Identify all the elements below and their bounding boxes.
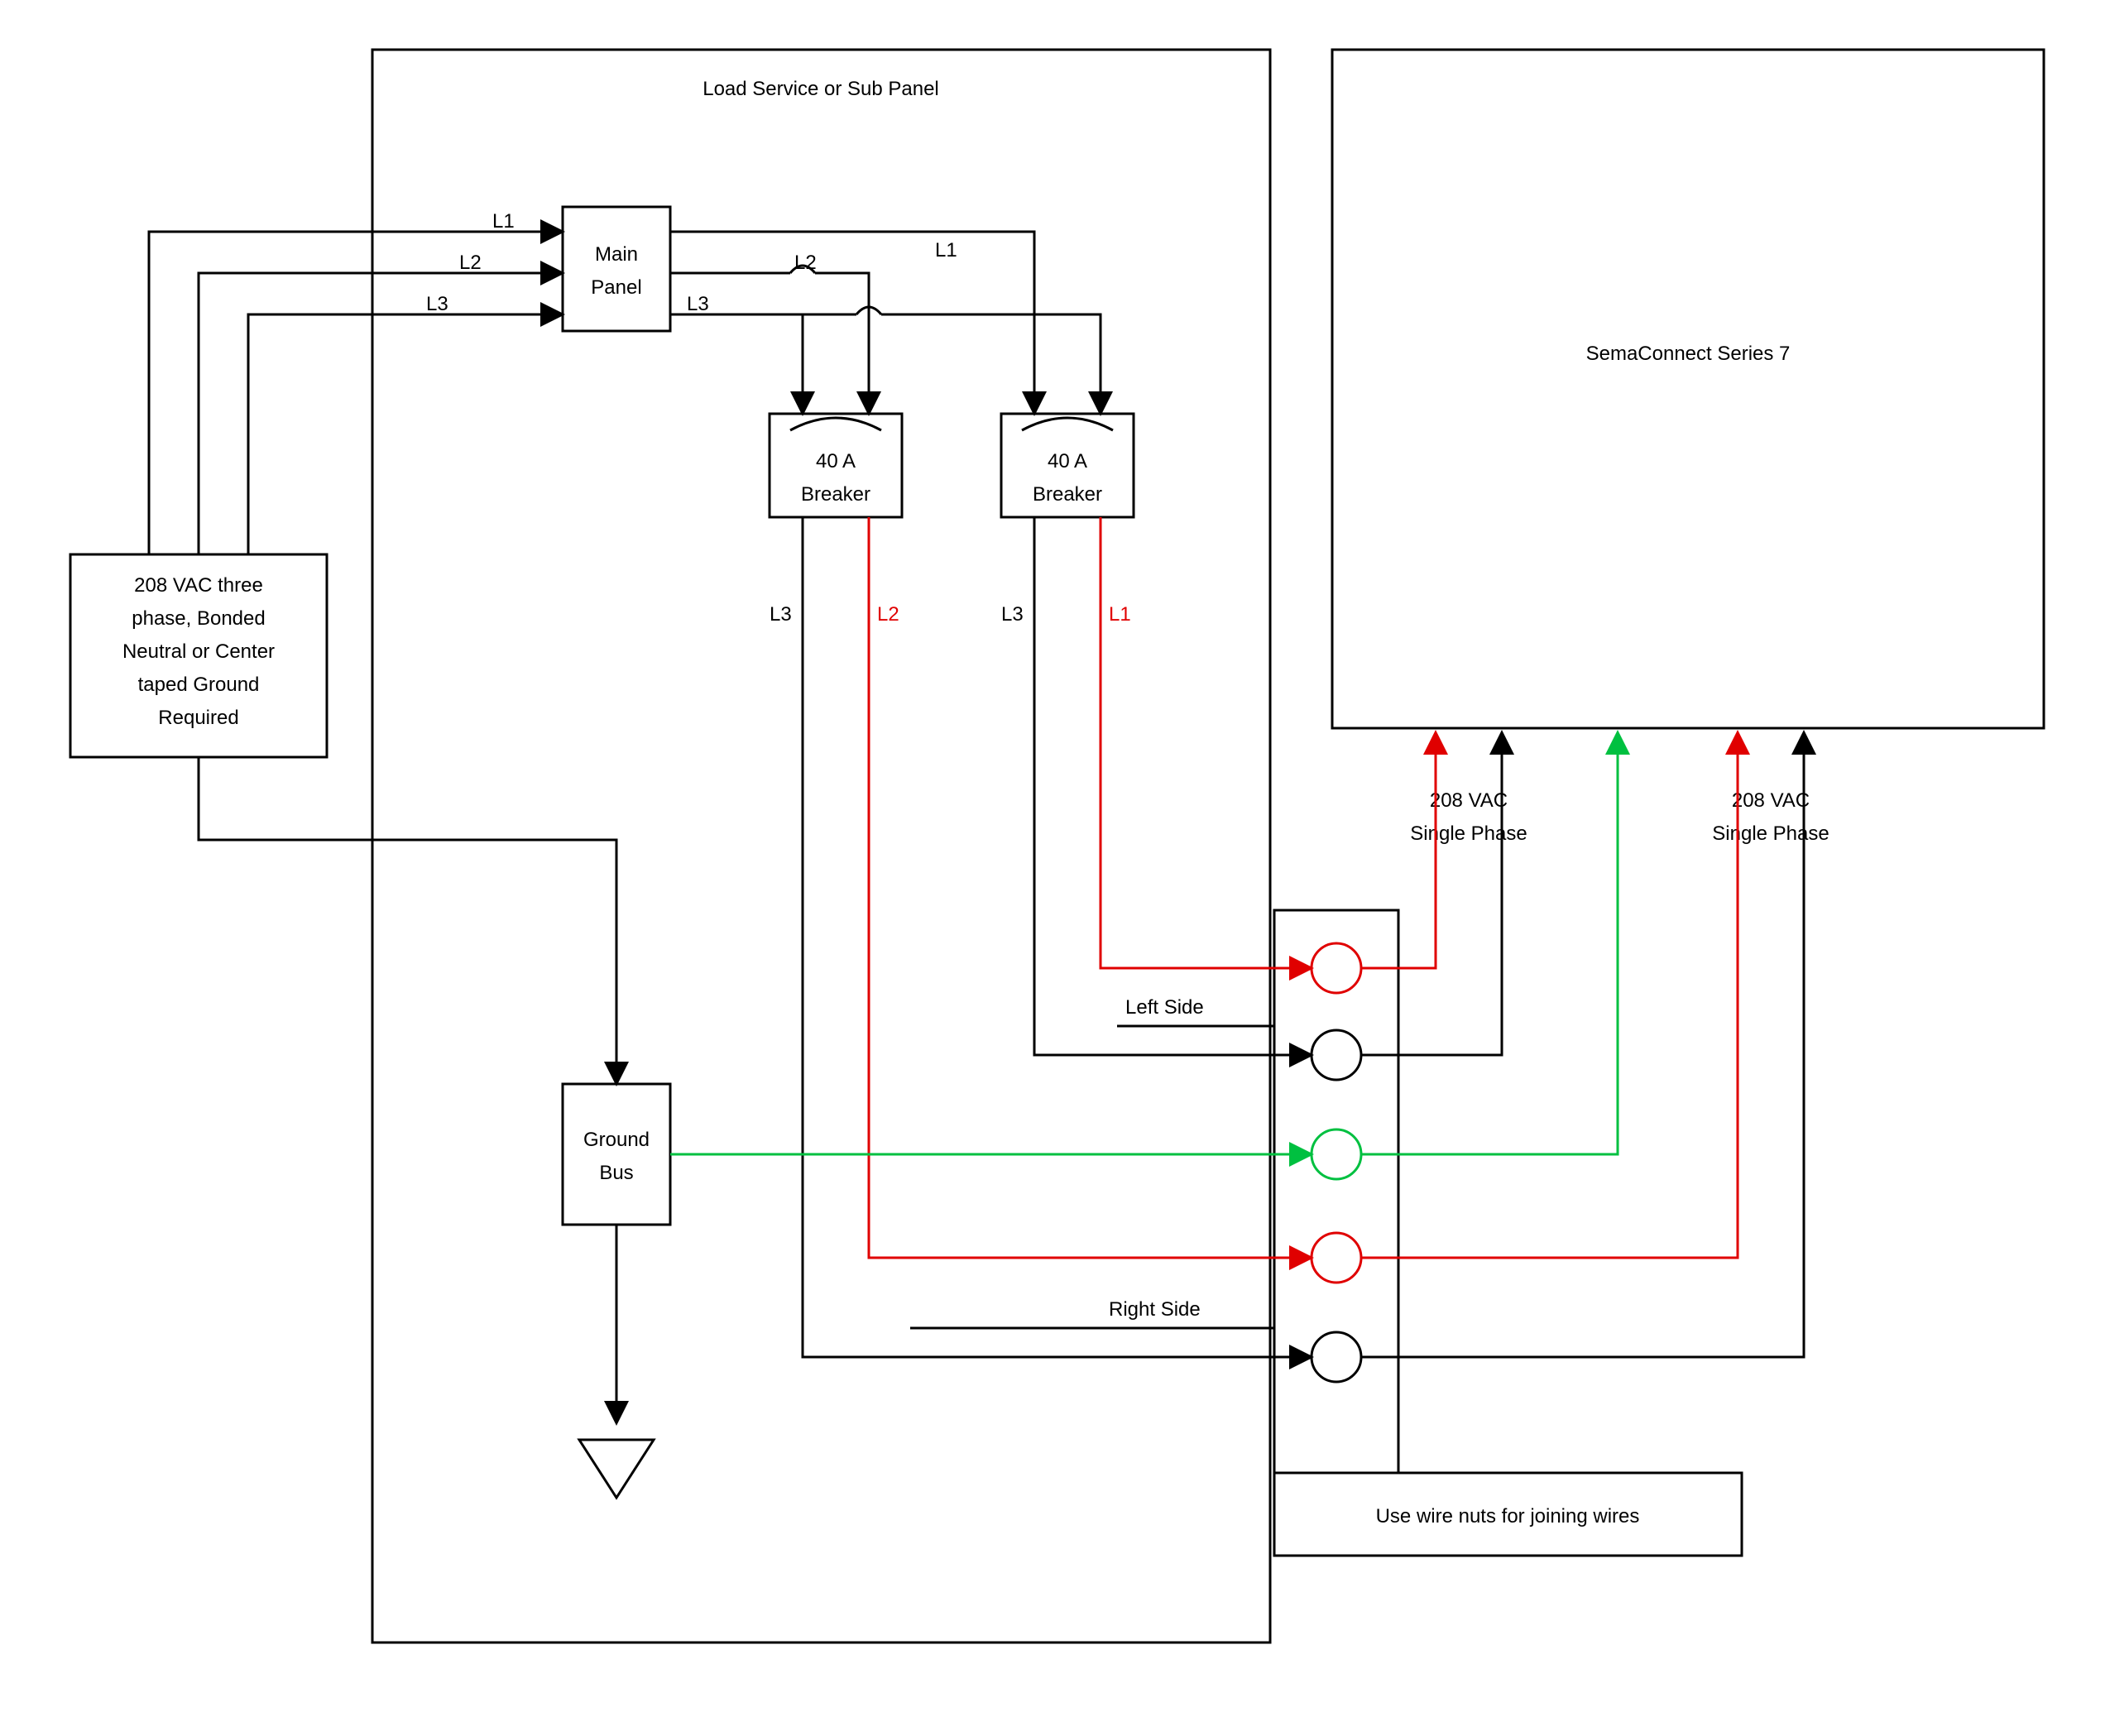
label-l2-in: L2 xyxy=(459,252,482,274)
phase-right-line1: 208 VAC xyxy=(1732,789,1810,812)
terminal-rack-box xyxy=(1274,910,1398,1473)
breaker-left-line2: Breaker xyxy=(801,483,870,506)
phase-right-line2: Single Phase xyxy=(1712,822,1829,845)
ground-bus-line2: Bus xyxy=(599,1162,633,1184)
breaker-left-line1: 40 A xyxy=(816,450,856,472)
wire-nut-label: Use wire nuts for joining wires xyxy=(1376,1505,1640,1527)
sub-panel-box xyxy=(372,50,1270,1642)
breaker-right-line2: Breaker xyxy=(1033,483,1102,506)
source-line5: Required xyxy=(158,707,238,729)
sub-panel-title: Load Service or Sub Panel xyxy=(703,78,939,100)
left-side-label: Left Side xyxy=(1125,996,1204,1019)
label-brk-left-l2: L2 xyxy=(877,603,899,626)
label-l2-out: L2 xyxy=(794,252,817,274)
wire-nut4-to-sema-l2 xyxy=(1361,732,1738,1258)
source-line2: phase, Bonded xyxy=(132,607,265,630)
phase-left-line1: 208 VAC xyxy=(1430,789,1508,812)
label-l3-in: L3 xyxy=(426,293,448,315)
source-line1: 208 VAC three xyxy=(134,574,263,597)
phase-left-line2: Single Phase xyxy=(1410,822,1527,845)
sema-box xyxy=(1332,50,2044,728)
wiring-diagram: Load Service or Sub Panel SemaConnect Se… xyxy=(0,0,2110,1736)
label-brk-right-l1: L1 xyxy=(1109,603,1131,626)
label-l3-out: L3 xyxy=(687,293,709,315)
source-line4: taped Ground xyxy=(138,674,260,696)
label-brk-right-l3: L3 xyxy=(1001,603,1024,626)
main-panel-line2: Panel xyxy=(591,276,641,299)
ground-bus-box xyxy=(563,1084,670,1225)
right-side-label: Right Side xyxy=(1109,1298,1201,1321)
main-panel-line1: Main xyxy=(595,243,638,266)
ground-bus-line1: Ground xyxy=(583,1129,650,1151)
source-line3: Neutral or Center xyxy=(122,640,275,663)
sema-label: SemaConnect Series 7 xyxy=(1586,343,1791,365)
label-l1-out: L1 xyxy=(935,239,957,261)
label-brk-left-l3: L3 xyxy=(770,603,792,626)
breaker-right-line1: 40 A xyxy=(1048,450,1087,472)
main-panel-box xyxy=(563,207,670,331)
label-l1-in: L1 xyxy=(492,210,515,233)
